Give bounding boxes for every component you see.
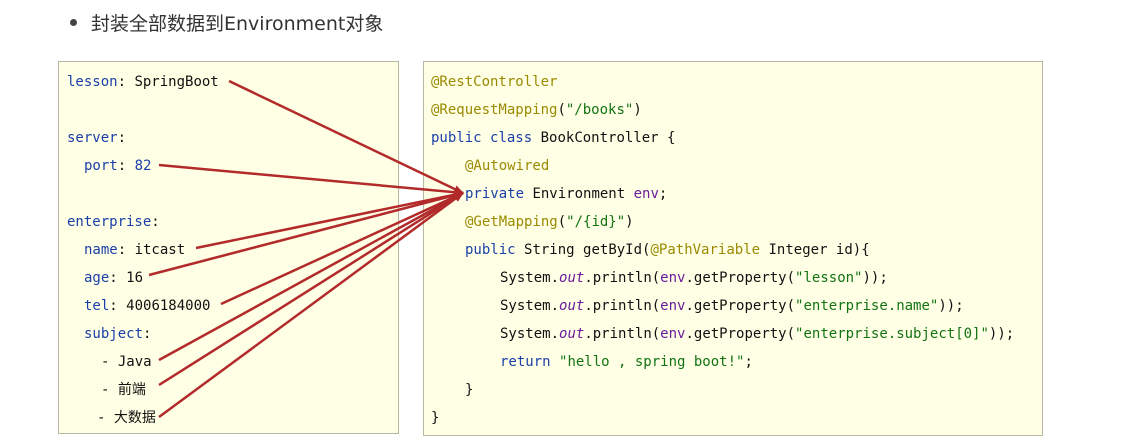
yaml-line-subject: subject: bbox=[84, 326, 152, 342]
yaml-key-enterprise: enterprise bbox=[67, 214, 152, 230]
annotation-restcontroller: @RestController bbox=[431, 74, 558, 90]
yaml-line-server: server: bbox=[67, 130, 127, 146]
getproperty-call: .getProperty( bbox=[685, 298, 796, 314]
yaml-line-lesson: lesson: SpringBoot bbox=[67, 74, 219, 90]
yaml-value-name: itcast bbox=[134, 242, 186, 258]
out-field: out bbox=[559, 270, 585, 286]
java-line-method-decl: public String getById(@PathVariable Inte… bbox=[465, 242, 870, 258]
return-type: String bbox=[524, 242, 575, 258]
keyword-public: public bbox=[431, 130, 482, 146]
yaml-line-subject-item: - 大数据 bbox=[97, 410, 156, 426]
keyword-return: return bbox=[500, 354, 551, 370]
bullet-dot-icon bbox=[70, 18, 77, 26]
yaml-line-enterprise: enterprise: bbox=[67, 214, 160, 230]
getproperty-call: .getProperty( bbox=[685, 326, 796, 342]
yaml-line-name: name: itcast bbox=[84, 242, 186, 258]
java-line-getmapping: @GetMapping("/{id}") bbox=[465, 214, 634, 230]
yaml-key-age: age bbox=[84, 270, 110, 286]
yaml-config-box: lesson: SpringBoot server: port: 82 ente… bbox=[58, 61, 399, 434]
mapping-path-string: "/books" bbox=[565, 102, 634, 118]
env-ref: env bbox=[660, 298, 686, 314]
yaml-key-server: server bbox=[67, 130, 118, 146]
annotation-getmapping: @GetMapping bbox=[465, 214, 558, 230]
java-line-print-name: System.out.println(env.getProperty("ente… bbox=[500, 298, 964, 314]
get-path-string: "/{id}" bbox=[566, 214, 626, 230]
field-name: env bbox=[633, 186, 659, 202]
yaml-key-subject: subject bbox=[84, 326, 144, 342]
yaml-key-name: name bbox=[84, 242, 118, 258]
java-line-close-method: } bbox=[465, 381, 473, 399]
yaml-value-age: 16 bbox=[126, 270, 144, 286]
annotation-autowired: @Autowired bbox=[465, 158, 550, 174]
java-line-field: private Environment env; bbox=[465, 186, 668, 202]
java-line-print-subject: System.out.println(env.getProperty("ente… bbox=[500, 326, 1015, 342]
yaml-line-port: port: 82 bbox=[84, 158, 152, 174]
yaml-line-subject-item: - Java bbox=[101, 354, 152, 370]
annotation-pathvariable: @PathVariable bbox=[650, 242, 761, 258]
system-ref: System. bbox=[500, 270, 560, 286]
method-name: getById bbox=[583, 242, 643, 258]
println-call: .println( bbox=[584, 326, 661, 342]
java-line-close-class: } bbox=[431, 409, 439, 427]
yaml-subject-item-0: Java bbox=[117, 354, 152, 370]
yaml-line-age: age: 16 bbox=[84, 270, 144, 286]
close-class-brace: } bbox=[431, 410, 440, 426]
method-param: Integer id){ bbox=[768, 242, 870, 258]
prop-name-string: "enterprise.name" bbox=[795, 298, 939, 314]
bullet-text: 封装全部数据到Environment对象 bbox=[91, 12, 384, 35]
java-line-print-lesson: System.out.println(env.getProperty("less… bbox=[500, 270, 888, 286]
java-line-return: return "hello , spring boot!"; bbox=[500, 354, 753, 370]
class-name: BookController { bbox=[540, 130, 676, 146]
yaml-line-tel: tel: 4006184000 bbox=[84, 298, 211, 314]
java-line-class-decl: public class BookController { bbox=[431, 129, 675, 147]
yaml-value-port: 82 bbox=[134, 158, 152, 174]
keyword-class: class bbox=[490, 130, 533, 146]
java-code-box: @RestController @RequestMapping("/books"… bbox=[423, 61, 1043, 436]
field-type: Environment bbox=[532, 186, 626, 202]
java-line-requestmapping: @RequestMapping("/books") bbox=[431, 102, 642, 118]
prop-subject-string: "enterprise.subject[0]" bbox=[795, 326, 989, 342]
system-ref: System. bbox=[500, 326, 560, 342]
bullet-item: 封装全部数据到Environment对象 bbox=[70, 8, 383, 36]
prop-lesson-string: "lesson" bbox=[795, 270, 863, 286]
println-call: .println( bbox=[584, 298, 661, 314]
keyword-private: private bbox=[465, 186, 525, 202]
yaml-key-lesson: lesson bbox=[67, 74, 118, 90]
system-ref: System. bbox=[500, 298, 560, 314]
yaml-key-port: port bbox=[84, 158, 118, 174]
yaml-value-tel: 4006184000 bbox=[126, 298, 211, 314]
java-line-restcontroller: @RestController bbox=[431, 73, 557, 91]
close-method-brace: } bbox=[465, 382, 474, 398]
java-line-autowired: @Autowired bbox=[465, 157, 549, 175]
yaml-subject-item-1: 前端 bbox=[117, 382, 146, 398]
yaml-line-subject-item: - 前端 bbox=[101, 382, 146, 398]
keyword-public: public bbox=[465, 242, 516, 258]
println-call: .println( bbox=[584, 270, 661, 286]
yaml-value-lesson: SpringBoot bbox=[134, 74, 219, 90]
yaml-subject-item-2: 大数据 bbox=[113, 410, 156, 426]
getproperty-call: .getProperty( bbox=[685, 270, 796, 286]
yaml-key-tel: tel bbox=[84, 298, 110, 314]
out-field: out bbox=[559, 298, 585, 314]
env-ref: env bbox=[660, 326, 686, 342]
return-string: "hello , spring boot!" bbox=[559, 354, 745, 370]
out-field: out bbox=[559, 326, 585, 342]
env-ref: env bbox=[660, 270, 686, 286]
annotation-requestmapping: @RequestMapping bbox=[431, 102, 558, 118]
